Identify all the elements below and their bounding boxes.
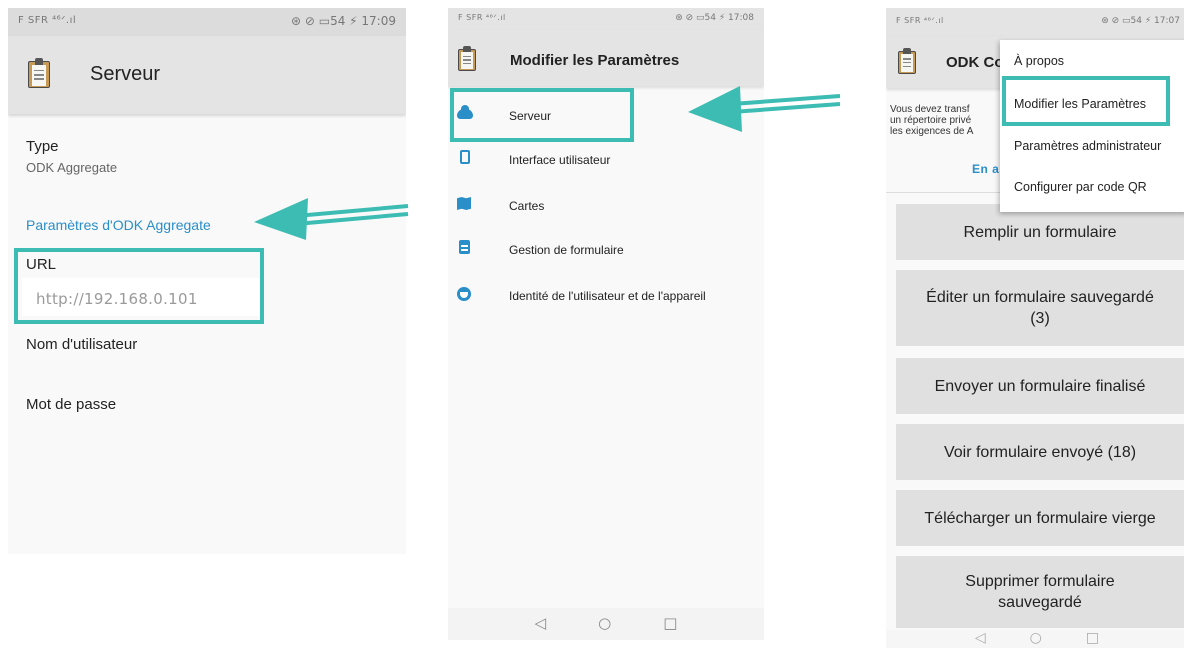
arrow-to-server-item bbox=[688, 86, 841, 132]
back-icon[interactable]: ◁ bbox=[535, 614, 547, 632]
edit-saved-form-button[interactable]: Éditer un formulaire sauvegardé (3) bbox=[896, 270, 1184, 346]
face-icon bbox=[457, 286, 473, 302]
edit-settings-highlight-box bbox=[1002, 76, 1170, 126]
status-icons-time: ⊛ ⊘ ▭54 ⚡ 17:09 bbox=[291, 14, 396, 28]
status-icons-time: ⊛ ⊘ ▭54 ⚡ 17:08 bbox=[675, 13, 754, 23]
status-bar: F SFR ⁴⁶ᐟ.ıl ⊛ ⊘ ▭54 ⚡ 17:09 bbox=[8, 8, 406, 36]
recents-icon[interactable]: □ bbox=[663, 614, 677, 632]
home-icon[interactable]: ○ bbox=[598, 614, 611, 632]
system-nav: ◁ ○ □ bbox=[886, 630, 1184, 646]
status-bar: F SFR ⁴⁶ᐟ.ıl ⊛ ⊘ ▭54 ⚡ 17:08 bbox=[448, 8, 764, 30]
settings-item-identity[interactable]: Identité de l'utilisateur et de l'appare… bbox=[448, 274, 764, 318]
pref-type-label: Type bbox=[26, 138, 59, 155]
settings-item-label: Gestion de formulaire bbox=[509, 243, 624, 257]
back-icon[interactable]: ◁ bbox=[975, 630, 986, 646]
phone-icon bbox=[457, 150, 473, 166]
arrow-to-aggregate-settings bbox=[254, 198, 409, 240]
clipboard-icon bbox=[458, 46, 476, 71]
menu-item-qr-config[interactable]: Configurer par code QR bbox=[1014, 180, 1147, 194]
page-title: Modifier les Paramètres bbox=[510, 52, 680, 69]
page-title: ODK Co bbox=[946, 54, 1004, 71]
system-nav: ◁ ○ □ bbox=[448, 614, 764, 632]
map-icon bbox=[457, 196, 473, 212]
menu-item-admin-settings[interactable]: Paramètres administrateur bbox=[1014, 139, 1161, 153]
clipboard-icon bbox=[457, 240, 473, 256]
category-odk-aggregate: Paramètres d'ODK Aggregate bbox=[26, 217, 211, 233]
url-highlight-box bbox=[14, 248, 264, 324]
settings-item-user-interface[interactable]: Interface utilisateur bbox=[448, 138, 764, 182]
settings-item-maps[interactable]: Cartes bbox=[448, 184, 764, 228]
username-pref[interactable]: Nom d'utilisateur bbox=[26, 336, 137, 353]
settings-item-label: Identité de l'utilisateur et de l'appare… bbox=[509, 289, 706, 303]
send-finalized-form-button[interactable]: Envoyer un formulaire finalisé bbox=[896, 358, 1184, 414]
settings-item-label: Interface utilisateur bbox=[509, 153, 611, 167]
delete-saved-form-button[interactable]: Supprimer formulaire sauvegardé bbox=[896, 556, 1184, 628]
menu-item-about[interactable]: À propos bbox=[1014, 54, 1064, 68]
settings-item-label: Cartes bbox=[509, 199, 545, 213]
tutorial-composite: F SFR ⁴⁶ᐟ.ıl ⊛ ⊘ ▭54 ⚡ 17:09 Serveur Typ… bbox=[0, 0, 1184, 648]
get-blank-form-button[interactable]: Télécharger un formulaire vierge bbox=[896, 490, 1184, 546]
fill-form-button[interactable]: Remplir un formulaire bbox=[896, 204, 1184, 260]
carrier-signal: F SFR ⁴⁶ᐟ.ıl bbox=[458, 13, 506, 22]
password-pref[interactable]: Mot de passe bbox=[26, 396, 116, 413]
status-icons-time: ⊛ ⊘ ▭54 ⚡ 17:07 bbox=[1101, 16, 1180, 26]
carrier-signal: F SFR ⁴⁶ᐟ.ıl bbox=[18, 15, 77, 26]
app-bar: Serveur bbox=[8, 36, 406, 114]
clipboard-icon bbox=[898, 48, 916, 74]
page-title: Serveur bbox=[90, 63, 161, 85]
view-sent-form-button[interactable]: Voir formulaire envoyé (18) bbox=[896, 424, 1184, 480]
server-highlight-box bbox=[450, 88, 634, 142]
carrier-signal: F SFR ⁴⁶ᐟ.ıl bbox=[896, 16, 944, 25]
app-bar: Modifier les Paramètres bbox=[448, 30, 764, 86]
status-bar: F SFR ⁴⁶ᐟ.ıl ⊛ ⊘ ▭54 ⚡ 17:07 bbox=[886, 8, 1184, 36]
clipboard-icon bbox=[28, 58, 50, 88]
recents-icon[interactable]: □ bbox=[1086, 630, 1099, 646]
home-icon[interactable]: ○ bbox=[1030, 630, 1042, 646]
pref-type-value: ODK Aggregate bbox=[26, 160, 118, 175]
overflow-menu: À propos Modifier les Paramètres Paramèt… bbox=[1000, 40, 1184, 212]
settings-item-form-management[interactable]: Gestion de formulaire bbox=[448, 228, 764, 272]
